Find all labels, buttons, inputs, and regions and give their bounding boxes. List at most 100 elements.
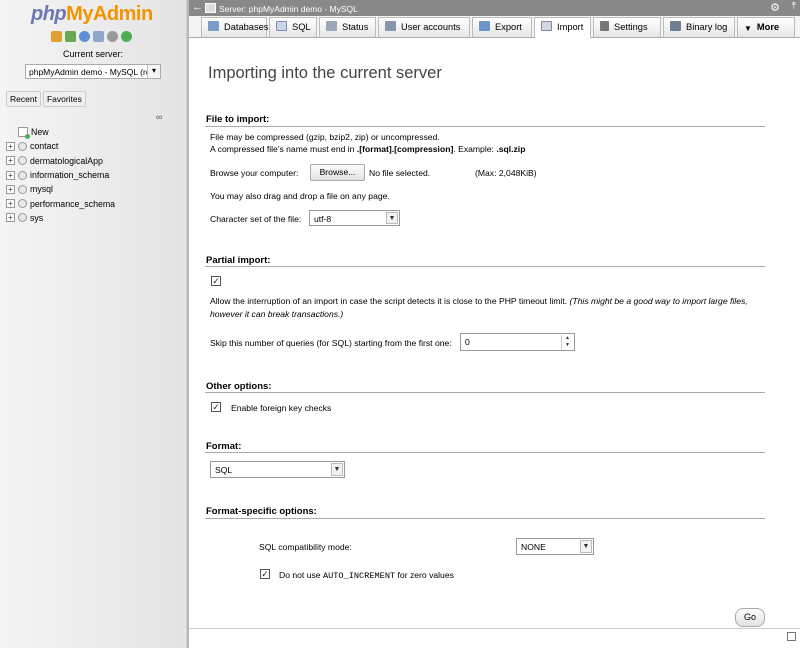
phpmyadmin-logo[interactable]: phpMyAdmin (31, 3, 153, 26)
tree-item-database[interactable]: + information_schema (6, 168, 115, 182)
sql-icon (276, 21, 287, 31)
page-title: Importing into the current server (208, 64, 442, 82)
chevron-down-icon: ▼ (580, 540, 592, 553)
logo-php-text: php (31, 3, 67, 25)
tree-item-label[interactable]: New (31, 127, 49, 137)
expand-icon[interactable]: + (6, 156, 15, 166)
skip-queries-value: 0 (465, 337, 470, 347)
expand-icon[interactable]: + (6, 141, 15, 151)
section-divider (205, 452, 765, 453)
tree-item-database[interactable]: + mysql (6, 182, 115, 196)
database-tree: New + contact + dermatologicalApp + info… (6, 125, 115, 225)
collapse-icon[interactable]: ⤒ (792, 1, 796, 12)
tab-settings[interactable]: Settings (593, 17, 661, 37)
no-auto-increment-label[interactable]: Do not use AUTO_INCREMENT for zero value… (279, 570, 454, 581)
sql-docs-icon[interactable] (93, 31, 104, 42)
database-icon (18, 184, 27, 194)
label-text: for zero values (395, 570, 454, 580)
allow-text: Allow the interruption of an import in c… (210, 296, 570, 306)
nav-icon-bar (51, 31, 132, 42)
go-button[interactable]: Go (735, 608, 765, 627)
browse-button[interactable]: Browse... (310, 164, 365, 181)
compressed-name-note: A compressed file's name must end in .[f… (210, 144, 525, 154)
tab-databases[interactable]: Databases (201, 17, 268, 37)
compression-note: File may be compressed (gzip, bzip2, zip… (210, 132, 440, 142)
tab-menu: Databases SQL Status User accounts Expor… (189, 16, 800, 38)
tree-item-database[interactable]: + sys (6, 211, 115, 225)
expand-icon[interactable]: + (6, 170, 15, 180)
expand-icon[interactable]: + (6, 199, 15, 209)
database-icon (18, 156, 27, 166)
foreign-key-label[interactable]: Enable foreign key checks (231, 403, 331, 413)
database-icon (18, 141, 27, 151)
tab-export[interactable]: Export (472, 17, 532, 37)
recent-favorites-tabs: Recent Favorites (6, 91, 86, 107)
docs-icon[interactable] (79, 31, 90, 42)
charset-label: Character set of the file: (210, 214, 302, 224)
no-auto-increment-checkbox[interactable]: ✓ (260, 569, 270, 579)
tab-status[interactable]: Status (319, 17, 376, 37)
console-toggle-icon[interactable] (787, 632, 796, 641)
expand-icon[interactable]: + (6, 213, 15, 223)
tab-user-accounts[interactable]: User accounts (378, 17, 470, 37)
logout-icon[interactable] (65, 31, 76, 42)
link-with-main-panel-icon[interactable]: ∞ (156, 112, 162, 122)
tab-label: User accounts (401, 22, 461, 32)
tree-item-label[interactable]: mysql (30, 184, 53, 194)
foreign-key-checkbox[interactable]: ✓ (211, 402, 221, 412)
section-divider (205, 518, 765, 519)
label-text: Do not use (279, 570, 323, 580)
compat-mode-value: NONE (521, 542, 546, 552)
server-select[interactable]: phpMyAdmin demo - MySQL (ro ▾ (25, 64, 161, 79)
arrow-left-icon[interactable]: ← (192, 1, 203, 13)
tree-item-label[interactable]: performance_schema (30, 199, 115, 209)
breadcrumb-server[interactable]: Server: phpMyAdmin demo - MySQL (219, 4, 358, 14)
allow-interrupt-checkbox[interactable]: ✓ (211, 276, 221, 286)
charset-select[interactable]: utf-8 ▼ (309, 210, 400, 226)
settings-icon[interactable] (107, 31, 118, 42)
tree-item-label[interactable]: sys (30, 213, 43, 223)
recent-tab[interactable]: Recent (6, 91, 41, 107)
tab-more[interactable]: ▼ More (737, 17, 795, 37)
navigation-panel: phpMyAdmin Current server: phpMyAdmin de… (0, 0, 186, 648)
reload-icon[interactable] (121, 31, 132, 42)
tree-item-label[interactable]: dermatologicalApp (30, 156, 103, 166)
expand-icon[interactable]: + (6, 184, 15, 194)
skip-queries-input[interactable]: 0 ▲ ▼ (460, 333, 575, 351)
skip-queries-label: Skip this number of queries (for SQL) st… (210, 338, 452, 348)
drag-drop-note: You may also drag and drop a file on any… (210, 191, 390, 201)
tree-item-database[interactable]: + contact (6, 139, 115, 153)
wrench-icon (600, 21, 609, 31)
favorites-tab[interactable]: Favorites (42, 91, 86, 107)
spinner-icon[interactable]: ▲ ▼ (561, 335, 573, 349)
tree-item-new[interactable]: New (6, 125, 115, 140)
tab-sql[interactable]: SQL (269, 17, 317, 37)
format-select[interactable]: SQL ▼ (210, 461, 345, 478)
tab-import[interactable]: Import (534, 17, 591, 38)
tree-item-database[interactable]: + dermatologicalApp (6, 154, 115, 168)
compat-mode-label: SQL compatibility mode: (259, 542, 352, 552)
note-text: A compressed file's name must end in (210, 144, 357, 154)
home-icon[interactable] (51, 31, 62, 42)
chevron-down-icon: ▼ (331, 463, 343, 476)
chevron-down-icon: ▾ (147, 65, 160, 78)
import-icon (541, 21, 552, 31)
server-select-value: phpMyAdmin demo - MySQL (ro (29, 67, 151, 77)
chevron-down-icon: ▼ (386, 212, 398, 224)
tab-label: Import (557, 22, 584, 32)
other-section-title: Other options: (206, 381, 272, 392)
charset-value: utf-8 (314, 214, 332, 224)
tab-label: Settings (614, 22, 648, 32)
tree-item-label[interactable]: information_schema (30, 170, 109, 180)
databases-icon (208, 21, 219, 31)
gear-icon[interactable]: ⚙ (770, 1, 780, 14)
binary-log-icon (670, 21, 681, 31)
tab-binary-log[interactable]: Binary log (663, 17, 735, 37)
tree-item-label[interactable]: contact (30, 141, 58, 151)
partial-section-title: Partial import: (206, 255, 271, 266)
format-section-title: Format: (206, 441, 242, 452)
compat-mode-select[interactable]: NONE ▼ (516, 538, 594, 555)
breadcrumb[interactable]: Server: phpMyAdmin demo - MySQL (205, 3, 358, 14)
tree-item-database[interactable]: + performance_schema (6, 196, 115, 210)
main-content: Importing into the current server File t… (189, 38, 800, 648)
